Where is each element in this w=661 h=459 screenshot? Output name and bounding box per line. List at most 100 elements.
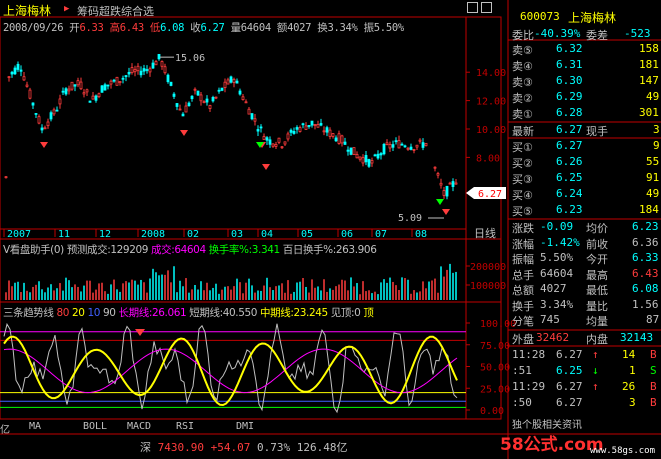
candle-body bbox=[304, 125, 308, 130]
tab-dmi[interactable]: DMI bbox=[222, 421, 268, 433]
trend-tick-label: 75.00 bbox=[480, 341, 510, 352]
buy-signal-arrow bbox=[180, 130, 188, 136]
candle-body bbox=[91, 95, 95, 100]
candle-body bbox=[208, 105, 212, 109]
candle-body bbox=[298, 127, 302, 132]
tab-rsi[interactable]: RSI bbox=[162, 421, 208, 433]
buy-level-label: 买④ bbox=[512, 189, 533, 202]
index-name: 深 bbox=[140, 441, 151, 454]
candle-body bbox=[157, 53, 161, 60]
buy-level-price: 6.27 bbox=[556, 139, 583, 152]
x-tick-label: 2007 bbox=[7, 229, 31, 240]
diff-value: -523 bbox=[624, 27, 651, 40]
sell-level-label: 卖④ bbox=[512, 60, 533, 73]
candle-body bbox=[214, 96, 218, 99]
candle-body bbox=[40, 127, 44, 131]
stat-label: 最高 bbox=[586, 268, 608, 282]
tab-boll[interactable]: BOLL bbox=[72, 421, 118, 433]
price-tick-label: 10.00 bbox=[476, 125, 506, 136]
candle-body bbox=[64, 88, 68, 95]
candle-body bbox=[316, 124, 320, 128]
inner-value: 32143 bbox=[620, 331, 654, 344]
candle-body bbox=[193, 88, 197, 91]
candle-body bbox=[445, 185, 449, 197]
sell-level-label: 卖③ bbox=[512, 76, 533, 89]
candle-body bbox=[448, 182, 452, 185]
dropdown-arrow-icon[interactable]: ▶ bbox=[64, 4, 69, 14]
stat-label: 涨幅 bbox=[512, 237, 534, 251]
candle-body bbox=[289, 129, 293, 133]
buy-level-volume: 9 bbox=[653, 139, 660, 152]
volume-chart-header: V看盘助手(0) 预测成交:129209 成交:64604 换手率%:3.341… bbox=[3, 244, 377, 256]
candle-body bbox=[415, 144, 419, 148]
candle-body bbox=[307, 125, 311, 127]
x-tick-label: 12 bbox=[99, 229, 111, 240]
candle-body bbox=[376, 153, 380, 159]
candle-body bbox=[346, 149, 350, 152]
candle-body bbox=[34, 113, 38, 115]
buy-level-label: 买③ bbox=[512, 173, 533, 186]
mid-term-line bbox=[3, 335, 458, 407]
candle-body bbox=[166, 74, 170, 83]
tick-volume: 1 bbox=[629, 364, 636, 377]
candle-body bbox=[88, 100, 92, 103]
buy-level-price: 6.25 bbox=[556, 171, 583, 184]
candle-body bbox=[205, 98, 209, 103]
sell-level-price: 6.28 bbox=[556, 106, 583, 119]
candle-body bbox=[46, 121, 50, 127]
candle-body bbox=[133, 69, 137, 73]
main-frame bbox=[0, 16, 502, 420]
candle-body bbox=[352, 147, 356, 155]
candle-body bbox=[277, 137, 281, 143]
candle-body bbox=[202, 101, 206, 104]
candle-body bbox=[355, 154, 359, 159]
buy-level-volume: 49 bbox=[646, 187, 660, 200]
candle-body bbox=[211, 97, 215, 102]
candle-body bbox=[385, 142, 389, 145]
candle-body bbox=[112, 79, 116, 82]
stat-value-right: 1.56 bbox=[632, 297, 659, 311]
candle-body bbox=[160, 61, 164, 67]
buy-level-price: 6.26 bbox=[556, 155, 583, 168]
stat-value: 3.34% bbox=[540, 297, 574, 311]
candle-body bbox=[220, 87, 224, 91]
tick-time: 11:29 bbox=[512, 380, 546, 393]
candle-body bbox=[196, 90, 200, 96]
tick-time: :50 bbox=[512, 396, 532, 409]
price-tick-label: 8.00 bbox=[476, 153, 500, 164]
buy-signal-arrow bbox=[262, 164, 270, 170]
sell-level-volume: 181 bbox=[639, 58, 659, 71]
stat-value-right: 6.23 bbox=[632, 220, 659, 233]
sell-level-price: 6.32 bbox=[556, 42, 583, 55]
candle-body bbox=[19, 69, 23, 72]
x-tick-label: 05 bbox=[301, 229, 313, 240]
volume-tick-label: 200000 bbox=[470, 262, 506, 273]
candle-body bbox=[55, 109, 59, 112]
tick-price: 6.27 bbox=[556, 348, 583, 361]
candle-body bbox=[370, 160, 374, 164]
candle-body bbox=[283, 141, 287, 145]
price-tick-label: 12.00 bbox=[476, 97, 506, 108]
candle-body bbox=[406, 147, 410, 150]
last-price-tag-label: 6.27 bbox=[478, 189, 502, 200]
tab-ma[interactable]: MA bbox=[12, 421, 58, 433]
candle-body bbox=[94, 95, 98, 101]
window-button[interactable] bbox=[467, 2, 478, 13]
ratio-value: -40.39% bbox=[534, 27, 581, 40]
tick-price: 6.25 bbox=[556, 364, 583, 377]
tick-volume: 3 bbox=[629, 396, 636, 409]
indicator-name[interactable]: 筹码超跌综合选 bbox=[77, 3, 154, 19]
stat-label: 量比 bbox=[586, 299, 608, 313]
stat-value: 5.50% bbox=[540, 251, 574, 264]
candle-body bbox=[16, 63, 20, 70]
stat-label: 今开 bbox=[586, 253, 608, 266]
buy-level-price: 6.24 bbox=[556, 187, 583, 200]
candle-body bbox=[25, 84, 29, 87]
candle-body bbox=[103, 84, 107, 91]
index-change: +54.07 bbox=[210, 441, 251, 454]
candle-body bbox=[334, 137, 338, 142]
tab-macd[interactable]: MACD bbox=[116, 421, 162, 433]
sell-level-label: 卖② bbox=[512, 92, 533, 105]
close-button[interactable] bbox=[481, 2, 492, 13]
candle-body bbox=[400, 143, 404, 146]
